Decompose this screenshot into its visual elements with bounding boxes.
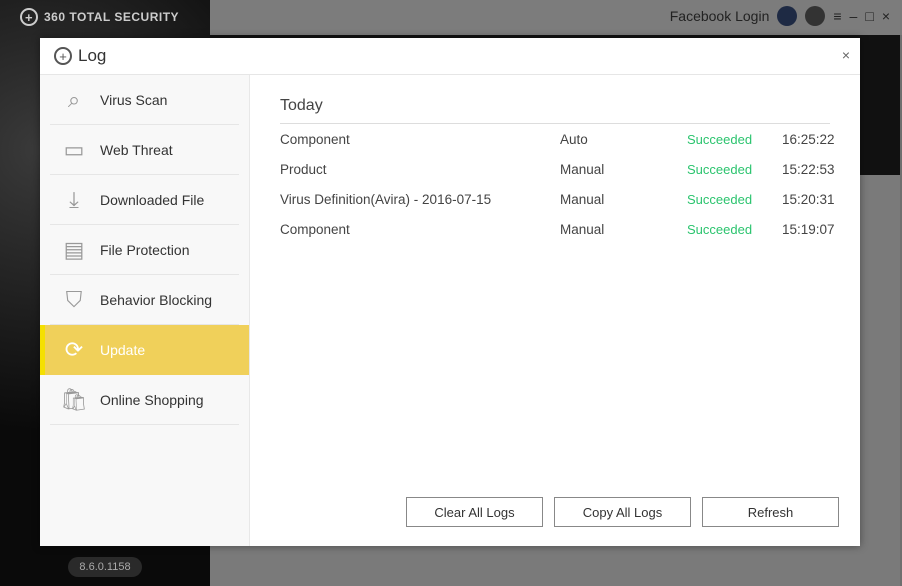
sidebar-item-virus-scan[interactable]: ⌕ Virus Scan <box>50 75 239 125</box>
log-status: Succeeded <box>687 191 753 207</box>
minimize-icon[interactable]: – <box>850 8 858 24</box>
log-dialog: + Log × ⌕ Virus Scan ▭ Web Threat ⤓ Downloa… <box>40 38 860 546</box>
copy-all-logs-button[interactable]: Copy All Logs <box>554 497 691 527</box>
sidebar-item-label: Virus Scan <box>100 91 168 108</box>
log-time: 15:22:53 <box>782 161 835 177</box>
log-time: 15:19:07 <box>782 221 835 237</box>
clear-all-logs-button[interactable]: Clear All Logs <box>406 497 543 527</box>
log-row: Product Manual Succeeded 15:22:53 <box>280 154 835 184</box>
refresh-button[interactable]: Refresh <box>702 497 839 527</box>
sidebar-item-online-shopping[interactable]: 🛍 Online Shopping <box>50 375 239 425</box>
logo-icon: + <box>20 8 38 26</box>
log-mode: Auto <box>560 131 588 147</box>
sidebar-item-label: Web Threat <box>100 141 173 158</box>
version-badge: 8.6.0.1158 <box>68 557 142 577</box>
sidebar-item-behavior-blocking[interactable]: ⛉ Behavior Blocking <box>50 275 239 325</box>
action-buttons: Clear All Logs Copy All Logs Refresh <box>406 497 839 527</box>
close-app-icon[interactable]: × <box>882 8 890 24</box>
app-logo: +360 TOTAL SECURITY <box>20 8 179 26</box>
dialog-header: + Log <box>40 38 860 75</box>
facebook-login-link[interactable]: Facebook Login <box>670 8 770 24</box>
sidebar-item-label: Behavior Blocking <box>100 291 213 308</box>
refresh-icon: ⟳ <box>64 337 84 362</box>
log-status: Succeeded <box>687 161 753 177</box>
log-mode: Manual <box>560 221 605 237</box>
sidebar-item-update[interactable]: ⟳ Update <box>40 325 249 375</box>
web-threat-icon: ▭ <box>63 136 85 162</box>
menu-icon[interactable]: ≡ <box>833 8 841 24</box>
log-mode: Manual <box>560 161 605 177</box>
sidebar-item-label: Update <box>100 342 146 358</box>
log-name: Product <box>280 161 327 177</box>
log-name: Component <box>280 221 350 237</box>
download-icon: ⤓ <box>69 186 79 212</box>
log-time: 16:25:22 <box>782 131 835 147</box>
shopping-bag-icon: 🛍 <box>60 386 88 412</box>
sidebar-item-downloaded-file[interactable]: ⤓ Downloaded File <box>50 175 239 225</box>
sidebar-item-web-threat[interactable]: ▭ Web Threat <box>50 125 239 175</box>
log-time: 15:20:31 <box>782 191 835 207</box>
maximize-icon[interactable]: □ <box>865 8 873 24</box>
log-row: Virus Definition(Avira) - 2016-07-15 Manu… <box>280 184 835 214</box>
sidebar-item-file-protection[interactable]: ▤ File Protection <box>50 225 239 275</box>
window-controls: Facebook Login ≡ – □ × <box>670 6 890 26</box>
log-status: Succeeded <box>687 131 753 147</box>
dialog-close-button[interactable]: × <box>842 47 850 63</box>
dialog-title: Log <box>78 46 107 65</box>
log-status: Succeeded <box>687 221 753 237</box>
virus-scan-icon: ⌕ <box>67 86 81 112</box>
log-category-sidebar: ⌕ Virus Scan ▭ Web Threat ⤓ Downloaded File… <box>40 75 250 546</box>
log-row: Component Manual Succeeded 15:19:07 <box>280 214 835 244</box>
sidebar-item-label: Downloaded File <box>100 191 205 208</box>
section-heading: Today <box>280 97 830 124</box>
sidebar-item-label: Online Shopping <box>100 391 204 408</box>
log-name: Virus Definition(Avira) - 2016-07-15 <box>280 191 492 207</box>
log-logo-icon: + <box>54 47 72 65</box>
log-row: Component Auto Succeeded 16:25:22 <box>280 124 835 154</box>
brand-name: 360 TOTAL SECURITY <box>44 10 180 24</box>
log-content: Today Component Auto Succeeded 16:25:22 Prod… <box>280 97 835 244</box>
user-avatar-icon[interactable] <box>777 6 798 26</box>
log-name: Component <box>280 131 350 147</box>
shield-window-icon: ⛉ <box>65 286 83 312</box>
log-mode: Manual <box>560 191 605 207</box>
document-icon: ▤ <box>63 236 85 262</box>
skin-icon[interactable] <box>805 6 826 26</box>
sidebar-item-label: File Protection <box>100 241 190 258</box>
